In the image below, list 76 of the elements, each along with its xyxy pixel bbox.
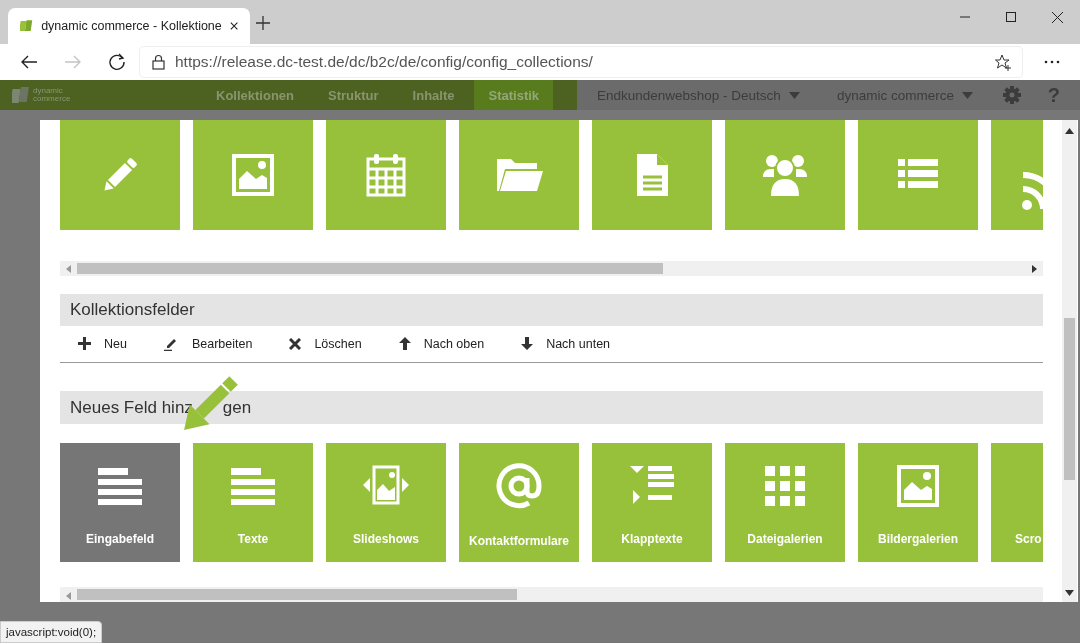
- field-type-tile[interactable]: Klapptexte: [592, 443, 712, 563]
- reload-icon: [108, 53, 126, 71]
- scroll-left-icon[interactable]: [65, 592, 71, 600]
- nav-item[interactable]: Kollektionen: [202, 80, 308, 110]
- help-icon[interactable]: ?: [1047, 83, 1060, 107]
- caret-icon: [961, 91, 973, 99]
- tab-title: dynamic commerce - Kollektione: [41, 19, 222, 33]
- field-type-tile[interactable]: Eingabefeld: [60, 443, 180, 563]
- tile-label: Kontaktformulare: [469, 534, 569, 549]
- icon-tile[interactable]: [193, 120, 313, 230]
- forward-arrow-icon: [65, 55, 81, 69]
- toolbar-button[interactable]: Bearbeiten: [163, 336, 253, 352]
- scroll-thumb[interactable]: [77, 263, 663, 275]
- scroll-up-icon[interactable]: [1065, 128, 1074, 134]
- close-icon[interactable]: [229, 21, 238, 31]
- section-title: gen: [222, 397, 252, 418]
- field-type-tile[interactable]: Scro: [991, 443, 1043, 563]
- plus-icon: [78, 337, 91, 351]
- favorite-add-icon[interactable]: [995, 53, 1012, 71]
- vertical-scrollbar[interactable]: [1062, 120, 1077, 602]
- field-type-tile[interactable]: Bildergalerien: [858, 443, 978, 563]
- logo-icon: [12, 86, 30, 104]
- delete-icon: [289, 337, 302, 350]
- tile-label: Klapptexte: [621, 532, 683, 547]
- at-sign-icon: [495, 462, 543, 511]
- icon-tile[interactable]: [991, 120, 1043, 230]
- scroll-right-icon[interactable]: [1032, 264, 1038, 273]
- lock-icon: [152, 54, 165, 70]
- tile-label: Dateigalerien: [747, 532, 823, 547]
- scroll-left-icon[interactable]: [65, 264, 71, 273]
- url-text: https://release.dc-test.de/dc/b2c/de/config/config_collections/: [175, 53, 594, 71]
- arrow-up-icon: [398, 337, 411, 351]
- icon-tile[interactable]: [459, 120, 579, 230]
- toolbar-button[interactable]: Löschen: [289, 336, 362, 351]
- address-field[interactable]: https://release.dc-test.de/dc/b2c/de/config/config_collections/: [140, 47, 1022, 77]
- back-arrow-icon: [21, 55, 37, 69]
- favicon-icon: [20, 18, 34, 34]
- browser-tab[interactable]: dynamic commerce - Kollektione: [8, 8, 250, 44]
- pencil-icon: [163, 336, 179, 352]
- tile-label: Slideshows: [353, 532, 419, 547]
- icon-tile[interactable]: [60, 120, 180, 230]
- new-tab-icon[interactable]: [256, 16, 270, 30]
- more-icon: [1044, 60, 1060, 64]
- tile-label: Eingabefeld: [86, 532, 154, 547]
- close-icon: [1051, 11, 1063, 23]
- tile-label: Bildergalerien: [878, 532, 958, 547]
- field-type-tile[interactable]: Dateigalerien: [725, 443, 845, 563]
- horizontal-scrollbar[interactable]: [60, 587, 1043, 602]
- nav-item[interactable]: Statistik: [474, 80, 554, 110]
- arrow-down-icon: [521, 337, 534, 351]
- toolbar-button[interactable]: Nach oben: [398, 336, 485, 351]
- icon-tile[interactable]: [858, 120, 978, 230]
- nav-item[interactable]: Struktur: [314, 80, 393, 110]
- icon-tile[interactable]: [326, 120, 446, 230]
- icon-tile[interactable]: [592, 120, 712, 230]
- logo-text: dynamic commerce: [33, 87, 72, 103]
- field-type-tile[interactable]: Kontaktformulare: [459, 443, 579, 563]
- nav-item[interactable]: Inhalte: [398, 80, 469, 110]
- image-icon: [229, 151, 277, 199]
- caret-icon: [788, 91, 800, 99]
- maximize-icon: [1006, 12, 1016, 22]
- scroll-down-icon[interactable]: [1065, 590, 1074, 596]
- field-type-tile[interactable]: Texte: [193, 443, 313, 563]
- status-bar-text: javascript:void(0);: [0, 621, 103, 643]
- scroll-thumb[interactable]: [1064, 318, 1075, 480]
- section-title: Kollektionsfelder: [70, 299, 195, 320]
- horizontal-scrollbar[interactable]: [60, 261, 1043, 277]
- settings-icon[interactable]: [1002, 86, 1021, 104]
- scroll-thumb[interactable]: [77, 589, 517, 600]
- toolbar-button[interactable]: Nach unten: [521, 336, 611, 351]
- toolbar-button[interactable]: Neu: [78, 336, 127, 351]
- section-title: Neues Feld hinz: [70, 397, 193, 418]
- icon-tile[interactable]: [725, 120, 845, 230]
- field-type-tile[interactable]: Slideshows: [326, 443, 446, 563]
- tile-label: Texte: [237, 532, 269, 547]
- tile-label: Scro: [1015, 532, 1042, 547]
